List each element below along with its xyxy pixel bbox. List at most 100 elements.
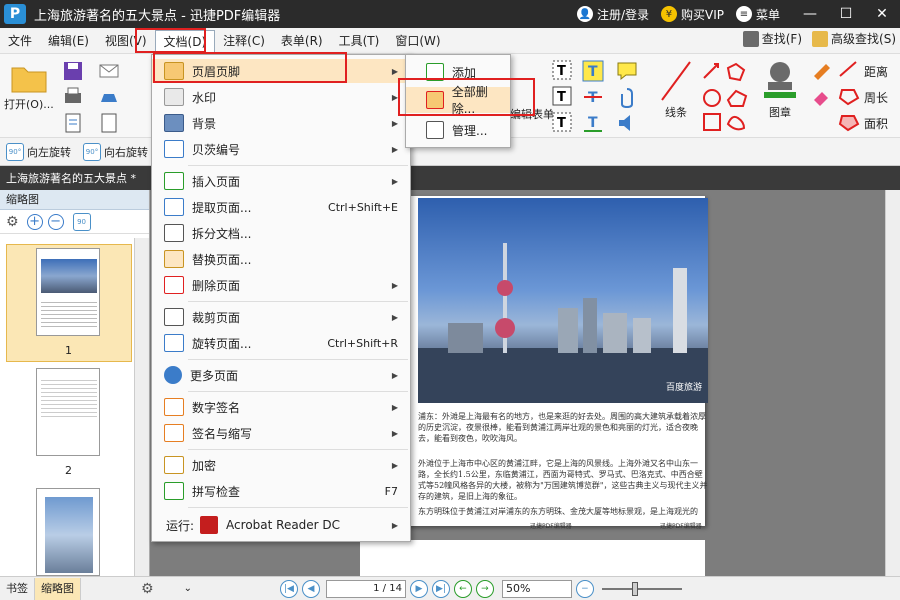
gear-icon[interactable]: ⚙ bbox=[6, 214, 19, 230]
menu-form[interactable]: 表单(R) bbox=[273, 30, 331, 52]
zoom-select[interactable]: 50% bbox=[501, 579, 572, 598]
menu-separator bbox=[188, 507, 408, 508]
chevron-down-icon[interactable]: ⌄ bbox=[184, 583, 192, 594]
stamp-button[interactable]: 图章 bbox=[758, 58, 802, 120]
panel-title: 缩略图 bbox=[0, 190, 149, 210]
zoom-out-icon[interactable]: − bbox=[47, 213, 64, 230]
tab-bookmarks[interactable]: 书签 bbox=[0, 577, 35, 600]
back-icon[interactable]: ← bbox=[453, 579, 472, 598]
document-scrollbar[interactable] bbox=[885, 190, 900, 576]
rotate-right-button[interactable]: 90° 向右旋转 bbox=[83, 142, 148, 161]
next-page-icon[interactable]: ▶ bbox=[409, 579, 428, 598]
typewriter-icon[interactable]: T bbox=[582, 60, 604, 82]
menu-more-pages[interactable]: 更多页面 ▶ bbox=[152, 363, 410, 387]
open-button[interactable]: 打开(O)... bbox=[4, 58, 54, 112]
menu-spell-check[interactable]: 拼写检查 F7 bbox=[152, 479, 410, 503]
svg-text:T: T bbox=[557, 90, 566, 105]
paragraph-3: 东方明珠位于黄浦江对岸浦东的东方明珠、金茂大厦等地标景观，是上海观光的 bbox=[418, 507, 698, 516]
thumb-rotate-icon[interactable]: 90 bbox=[72, 212, 91, 231]
find-button[interactable]: 查找(F) bbox=[742, 30, 802, 47]
submenu-arrow-icon: ▶ bbox=[391, 402, 398, 412]
menu-split-document[interactable]: 拆分文档... bbox=[152, 221, 410, 245]
status-bar: 书签 缩略图 ⚙ ⌄ |◀ ◀ 1 / 14 ▶ ▶| ← → 50% − bbox=[0, 576, 900, 600]
rotate-right-icon: 90° bbox=[83, 142, 101, 161]
menu-sign-initials[interactable]: 签名与缩写 ▶ bbox=[152, 421, 410, 445]
settings-gear-icon[interactable]: ⚙ bbox=[141, 581, 154, 597]
menu-button[interactable]: ≡ 菜单 bbox=[735, 6, 780, 23]
highlighter-icon[interactable] bbox=[810, 60, 834, 80]
advanced-find-button[interactable]: 高级查找(S) bbox=[812, 30, 896, 47]
submenu-arrow-icon: ▶ bbox=[391, 428, 398, 438]
rotate-left-button[interactable]: 90° 向左旋转 bbox=[6, 142, 71, 161]
buy-vip-button[interactable]: ¥ 购买VIP bbox=[660, 6, 724, 23]
menu-digital-signature[interactable]: 数字签名 ▶ bbox=[152, 395, 410, 419]
rotate-page-icon bbox=[164, 334, 184, 352]
callout-icon[interactable]: T bbox=[552, 112, 572, 132]
login-button[interactable]: 👤 注册/登录 bbox=[576, 6, 649, 23]
close-button[interactable]: ✕ bbox=[864, 0, 900, 28]
menu-tools[interactable]: 工具(T) bbox=[331, 30, 388, 52]
text-field-icon[interactable]: T bbox=[552, 60, 572, 80]
photo-watermark: 百度旅游 bbox=[665, 383, 702, 393]
prev-page-icon[interactable]: ◀ bbox=[301, 579, 320, 598]
thumbnail-page-3[interactable] bbox=[36, 488, 100, 576]
edit-doc-icon[interactable] bbox=[62, 112, 84, 134]
menu-file[interactable]: 文件 bbox=[0, 30, 40, 52]
menu-encrypt[interactable]: 加密 ▶ bbox=[152, 453, 410, 477]
thumbnail-scrollbar[interactable] bbox=[134, 238, 149, 576]
note-icon[interactable] bbox=[616, 60, 638, 82]
forward-icon[interactable]: → bbox=[475, 579, 494, 598]
attachment-icon[interactable] bbox=[616, 86, 638, 108]
menu-insert-page[interactable]: 插入页面 ▶ bbox=[152, 169, 410, 193]
area-tool[interactable]: 面积 bbox=[864, 115, 888, 132]
thumbnail-label-1: 1 bbox=[65, 344, 72, 357]
menu-extract-page[interactable]: 提取页面... Ctrl+Shift+E bbox=[152, 195, 410, 219]
tab-thumbnails[interactable]: 缩略图 bbox=[35, 577, 81, 600]
zoom-slider[interactable] bbox=[601, 581, 682, 596]
menu-replace-page[interactable]: 替换页面... bbox=[152, 247, 410, 271]
text-box-icon[interactable]: T bbox=[552, 86, 572, 106]
maximize-button[interactable]: ☐ bbox=[828, 0, 864, 28]
print-icon[interactable] bbox=[62, 86, 84, 108]
distance-tool[interactable]: 距离 bbox=[864, 63, 888, 80]
menu-rotate-page[interactable]: 旋转页面... Ctrl+Shift+R bbox=[152, 331, 410, 355]
new-doc-icon[interactable] bbox=[98, 112, 120, 134]
document-tab[interactable]: 上海旅游著名的五大景点 * bbox=[0, 166, 150, 190]
menu-comment[interactable]: 注释(C) bbox=[215, 30, 273, 52]
title-bar: P 上海旅游著名的五大景点 - 迅捷PDF编辑器 👤 注册/登录 ¥ 购买VIP ≡… bbox=[0, 0, 900, 28]
thumbnail-page-1[interactable] bbox=[36, 248, 100, 336]
menu-edit[interactable]: 编辑(E) bbox=[40, 30, 97, 52]
zoom-in-icon[interactable]: + bbox=[26, 213, 43, 230]
crop-icon bbox=[164, 308, 184, 326]
zoom-out-status-icon[interactable]: − bbox=[575, 579, 594, 598]
last-page-icon[interactable]: ▶| bbox=[431, 579, 450, 598]
eraser-icon[interactable] bbox=[810, 86, 834, 106]
first-page-icon[interactable]: |◀ bbox=[279, 579, 298, 598]
menu-watermark[interactable]: 水印 ▶ bbox=[152, 85, 410, 109]
email-icon[interactable] bbox=[98, 60, 120, 82]
strikeout-icon[interactable]: T bbox=[582, 86, 604, 108]
shape-tools-icon[interactable] bbox=[700, 58, 750, 134]
paragraph-1: 浦东：外滩是上海最有名的地方，也是来逛的好去处。周围的高大建筑承载着浓厚的历史沉… bbox=[418, 412, 706, 443]
delete-page-icon bbox=[164, 276, 184, 294]
line-tool-button[interactable]: 线条 bbox=[656, 58, 696, 120]
highlight-delete-all bbox=[398, 78, 535, 116]
menu-window[interactable]: 窗口(W) bbox=[387, 30, 448, 52]
thumbnail-page-2[interactable] bbox=[36, 368, 100, 456]
cloud-upload-icon[interactable] bbox=[98, 86, 120, 108]
submenu-manage[interactable]: 管理... bbox=[406, 117, 510, 143]
menu-run-with[interactable]: 运行: Acrobat Reader DC ▶ bbox=[152, 513, 410, 537]
page-number-input[interactable]: 1 / 14 bbox=[325, 579, 406, 598]
perimeter-tool[interactable]: 周长 bbox=[864, 89, 888, 106]
menu-delete-page[interactable]: 删除页面 ▶ bbox=[152, 273, 410, 297]
slider-thumb[interactable] bbox=[631, 581, 638, 596]
menu-crop-page[interactable]: 裁剪页面 ▶ bbox=[152, 305, 410, 329]
menu-bates-numbering[interactable]: 贝茨编号 ▶ bbox=[152, 137, 410, 161]
highlight-document-menu bbox=[135, 28, 206, 53]
save-icon[interactable] bbox=[62, 60, 84, 82]
underline-icon[interactable]: T bbox=[582, 112, 604, 134]
page-footer-right: 迅捷PDF编辑器 bbox=[660, 523, 702, 530]
sound-icon[interactable] bbox=[616, 112, 638, 134]
minimize-button[interactable]: — bbox=[792, 0, 828, 28]
menu-background[interactable]: 背景 ▶ bbox=[152, 111, 410, 135]
